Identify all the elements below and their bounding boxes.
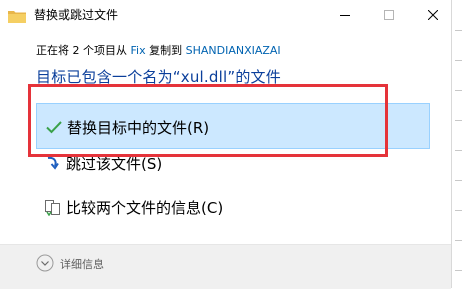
background-divider (455, 180, 462, 181)
background-window-edge (452, 0, 462, 290)
maximize-button[interactable] (366, 0, 411, 30)
details-toggle-label[interactable]: 详细信息 (60, 256, 104, 272)
window-title: 替换或跳过文件 (34, 8, 119, 22)
title-bar: 替换或跳过文件 (0, 0, 452, 30)
status-prefix: 正在将 2 个项目从 (36, 44, 131, 57)
background-divider (455, 120, 462, 121)
copy-status-text: 正在将 2 个项目从 Fix 复制到 SHANDIANXIAZAI (36, 42, 281, 58)
background-divider (455, 90, 462, 91)
source-folder-link[interactable]: Fix (131, 44, 146, 57)
chevron-down-icon[interactable] (36, 254, 54, 272)
dialog-footer: 详细信息 (0, 244, 451, 289)
background-divider (455, 60, 462, 61)
background-divider (455, 210, 462, 211)
destination-folder-link[interactable]: SHANDIANXIAZAI (186, 44, 281, 57)
background-divider (455, 240, 462, 241)
background-divider (455, 270, 462, 271)
background-divider (455, 150, 462, 151)
replace-option-label: 替换目标中的文件(R) (67, 119, 210, 137)
minimize-button[interactable] (322, 0, 367, 30)
checkmark-icon (45, 118, 63, 136)
conflict-question: 目标已包含一个名为“xul.dll”的文件 (36, 68, 281, 86)
close-button[interactable] (410, 0, 455, 30)
folder-icon (8, 8, 26, 23)
skip-option-label: 跳过该文件(S) (66, 155, 163, 173)
compare-option-label: 比较两个文件的信息(C) (66, 199, 224, 217)
replace-or-skip-dialog: 替换或跳过文件 正在将 2 个项目从 Fix 复制到 SHANDIANXIAZA… (0, 0, 452, 289)
minimize-icon (339, 10, 350, 20)
compare-files-icon (44, 198, 62, 217)
close-icon (427, 10, 438, 20)
status-middle: 复制到 (145, 44, 186, 57)
maximize-icon (383, 10, 394, 20)
skip-arrow-icon (44, 154, 62, 172)
compare-files-option[interactable]: 比较两个文件的信息(C) (36, 184, 430, 230)
background-divider (455, 30, 462, 31)
skip-file-option[interactable]: 跳过该文件(S) (36, 140, 430, 186)
